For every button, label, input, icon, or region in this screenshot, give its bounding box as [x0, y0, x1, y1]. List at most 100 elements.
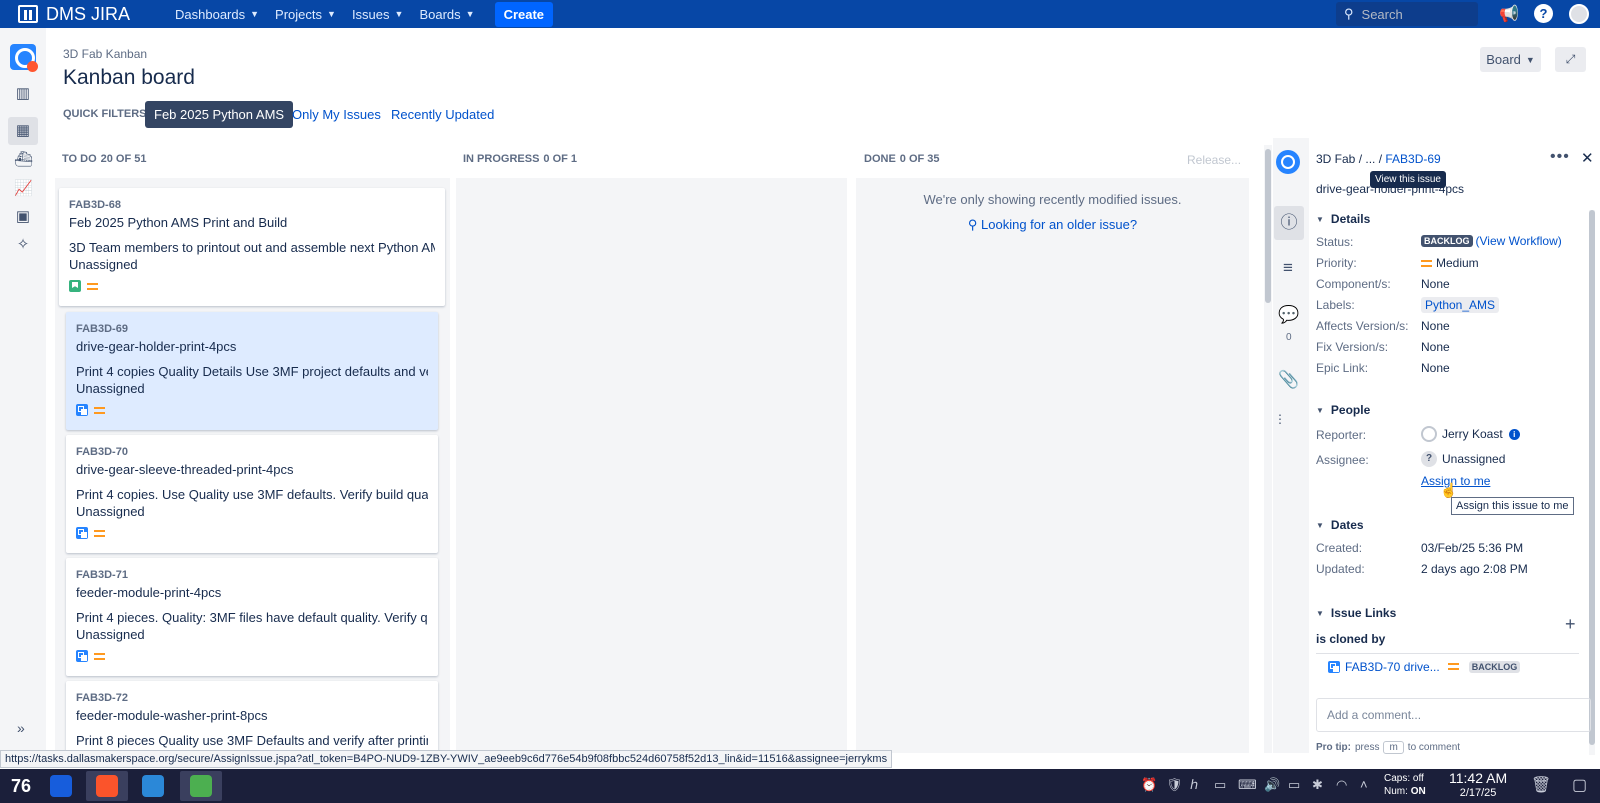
issue-description: Print 8 pieces Quality use 3MF Defaults …: [76, 733, 428, 748]
more-actions-icon[interactable]: •••: [1550, 148, 1570, 166]
clock-date: 2/17/25: [1459, 787, 1497, 799]
release-link[interactable]: Release...: [1187, 153, 1241, 167]
info-icon[interactable]: ⓘ: [1274, 206, 1304, 240]
releases-icon[interactable]: ⛴: [14, 151, 33, 169]
issue-card[interactable]: FAB3D-71 feeder-module-print-4pcs Print …: [66, 558, 438, 676]
assignee-value[interactable]: ? Unassigned: [1421, 451, 1505, 467]
chevron-down-icon: ▼: [1316, 608, 1324, 618]
add-comment-input[interactable]: Add a comment...: [1316, 698, 1591, 732]
show-desktop-icon[interactable]: ▢: [1572, 775, 1587, 795]
breadcrumb[interactable]: 3D Fab Kanban: [63, 47, 147, 61]
people-section-toggle[interactable]: ▼ People: [1316, 403, 1370, 417]
taskbar: 76 ⏰ 🛡 ℎ ▭ ⌨ 🔊 ▭ ✱ ◠ ˄ 🗑 ▢: [0, 769, 1600, 803]
details-section-toggle[interactable]: ▼ Details: [1316, 212, 1370, 226]
scrollbar-thumb[interactable]: [1265, 149, 1271, 303]
add-ons-icon[interactable]: ✧: [14, 236, 32, 254]
issue-links-section-toggle[interactable]: ▼ Issue Links: [1316, 606, 1396, 620]
dates-section-toggle[interactable]: ▼ Dates: [1316, 518, 1364, 532]
detail-issue-key[interactable]: FAB3D-69: [1385, 152, 1440, 166]
tests-icon[interactable]: ▣: [14, 208, 32, 226]
user-avatar[interactable]: [1569, 4, 1589, 24]
notifications-megaphone-icon[interactable]: 📢: [1499, 4, 1519, 24]
create-button[interactable]: Create: [494, 1, 554, 27]
attachment-icon[interactable]: 📎: [1278, 370, 1299, 390]
column-header-done: DONE 0 OF 35: [864, 153, 940, 165]
tray-notification-icon[interactable]: ⏰: [1141, 777, 1157, 793]
affects-version-value[interactable]: None: [1421, 319, 1450, 333]
detail-scrollbar[interactable]: [1589, 210, 1595, 755]
tray-wifi-icon[interactable]: ◠: [1336, 777, 1347, 793]
status-lozenge[interactable]: BACKLOG: [1421, 235, 1473, 247]
help-icon[interactable]: ?: [1534, 4, 1553, 23]
clock[interactable]: 11:42 AM 2/17/25: [1449, 771, 1507, 801]
tray-keyboard-icon[interactable]: ⌨: [1238, 777, 1257, 793]
issue-card[interactable]: FAB3D-68 Feb 2025 Python AMS Print and B…: [59, 188, 445, 306]
older-issue-link[interactable]: ⚲ Looking for an older issue?: [856, 217, 1249, 233]
more-dots-icon[interactable]: ⋮: [1274, 412, 1286, 426]
tray-bitwarden-icon[interactable]: 🛡: [1166, 777, 1183, 793]
subtask-type-icon: [76, 650, 88, 662]
top-navigation-bar: DMS JIRA Dashboards ▼ Projects ▼ Issues ▼ B…: [0, 0, 1600, 28]
issue-card[interactable]: FAB3D-72 feeder-module-washer-print-8pcs…: [66, 681, 438, 753]
board-icon[interactable]: ▦: [8, 117, 38, 145]
section-title: People: [1330, 403, 1371, 417]
issue-card-selected[interactable]: FAB3D-69 drive-gear-holder-print-4pcs Pr…: [66, 312, 438, 430]
view-workflow-link[interactable]: (View Workflow): [1476, 234, 1562, 248]
backlog-icon[interactable]: ▥: [14, 85, 32, 103]
nav-issues-label: Issues: [351, 6, 390, 22]
reports-icon[interactable]: 📈: [14, 180, 33, 198]
pro-tip-press: press: [1355, 742, 1380, 753]
quick-filter-only-my-issues[interactable]: Only My Issues: [292, 101, 381, 128]
label-chip[interactable]: Python_AMS: [1421, 297, 1500, 313]
created-value: 03/Feb/25 5:36 PM: [1421, 541, 1524, 555]
fullscreen-icon[interactable]: ⤢: [1555, 47, 1586, 72]
board-menu-button[interactable]: Board ▼: [1480, 47, 1541, 72]
tray-chevron-up-icon[interactable]: ˄: [1360, 777, 1368, 792]
linked-issue-row[interactable]: FAB3D-70 drive... BACKLOG: [1316, 653, 1579, 679]
jira-logo[interactable]: DMS JIRA: [18, 4, 130, 25]
status-bar-url: https://tasks.dallasmakerspace.org/secur…: [0, 750, 893, 768]
scrollbar-thumb[interactable]: [1589, 210, 1595, 745]
issue-summary: drive-gear-holder-print-4pcs: [76, 339, 237, 354]
board-scrollbar[interactable]: [1264, 145, 1272, 753]
tray-volume-icon[interactable]: 🔊: [1264, 777, 1280, 793]
issue-card[interactable]: FAB3D-70 drive-gear-sleeve-threaded-prin…: [66, 435, 438, 553]
info-icon[interactable]: i: [1508, 428, 1520, 440]
comment-icon[interactable]: 💬: [1278, 305, 1299, 325]
nav-issues[interactable]: Issues ▼: [352, 2, 404, 27]
epic-link-value[interactable]: None: [1421, 361, 1450, 375]
taskbar-brave[interactable]: [86, 771, 128, 801]
priority-value[interactable]: Medium: [1421, 256, 1479, 270]
tray-battery-icon[interactable]: ▭: [1288, 777, 1300, 793]
expand-sidebar-icon[interactable]: »: [17, 720, 25, 736]
tray-bluetooth-icon[interactable]: ✱: [1312, 777, 1323, 793]
search-input[interactable]: ⚲ Search: [1336, 2, 1478, 26]
nav-dashboards[interactable]: Dashboards ▼: [175, 2, 259, 27]
nav-boards-label: Boards: [419, 6, 461, 22]
caps-status: Caps: off: [1384, 773, 1424, 784]
fix-version-value[interactable]: None: [1421, 340, 1450, 354]
taskbar-layers-app[interactable]: [180, 771, 222, 801]
tray-clipboard-icon[interactable]: ▭: [1214, 777, 1226, 793]
linked-issue-link[interactable]: FAB3D-70 drive...: [1345, 660, 1440, 674]
issue-key: FAB3D-70: [76, 446, 128, 458]
issue-summary: feeder-module-washer-print-8pcs: [76, 708, 268, 723]
add-link-icon[interactable]: +: [1565, 614, 1576, 635]
quick-filter-recently-updated[interactable]: Recently Updated: [391, 101, 494, 128]
subtasks-icon[interactable]: ≡: [1278, 258, 1298, 278]
nav-projects[interactable]: Projects ▼: [275, 2, 336, 27]
taskbar-store[interactable]: [132, 771, 174, 801]
start-menu-button[interactable]: 76: [0, 771, 42, 801]
trash-icon[interactable]: 🗑: [1531, 775, 1551, 795]
reporter-value[interactable]: Jerry Koast i: [1421, 426, 1520, 442]
tray-hp-icon[interactable]: ℎ: [1190, 777, 1198, 793]
taskbar-bitwarden[interactable]: [40, 771, 82, 801]
detail-project[interactable]: 3D Fab: [1316, 152, 1355, 166]
reporter-avatar: [1421, 426, 1437, 442]
close-icon[interactable]: ✕: [1581, 149, 1594, 167]
issue-key: FAB3D-68: [69, 199, 121, 211]
quick-filter-feb-2025[interactable]: Feb 2025 Python AMS: [145, 101, 294, 128]
nav-boards[interactable]: Boards ▼: [419, 2, 474, 27]
components-value[interactable]: None: [1421, 277, 1450, 291]
project-avatar[interactable]: [1276, 150, 1300, 174]
